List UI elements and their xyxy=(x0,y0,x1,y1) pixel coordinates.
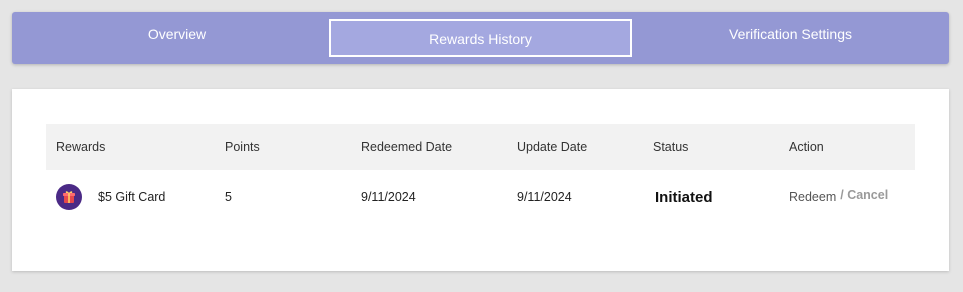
tab-overview[interactable]: Overview xyxy=(12,12,342,64)
redeemed-date-cell: 9/11/2024 xyxy=(361,190,416,204)
cancel-link[interactable]: / Cancel xyxy=(840,188,888,202)
table-header-row: Rewards Points Redeemed Date Update Date… xyxy=(46,124,915,170)
rewards-history-card: Rewards Points Redeemed Date Update Date… xyxy=(12,89,949,271)
header-rewards: Rewards xyxy=(56,140,106,154)
header-status: Status xyxy=(653,140,689,154)
reward-cell: $5 Gift Card xyxy=(56,170,165,224)
tab-verification-settings[interactable]: Verification Settings xyxy=(632,12,949,64)
status-badge: Initiated xyxy=(655,188,713,206)
gift-card-icon xyxy=(56,184,82,210)
header-action: Action xyxy=(789,140,824,154)
table-row: $5 Gift Card 5 9/11/2024 9/11/2024 Initi… xyxy=(46,170,915,224)
redeem-link[interactable]: Redeem xyxy=(789,190,836,204)
tab-rewards-history[interactable]: Rewards History xyxy=(329,19,632,57)
header-points: Points xyxy=(225,140,260,154)
tab-bar: Overview Rewards History Verification Se… xyxy=(12,12,949,64)
update-date-cell: 9/11/2024 xyxy=(517,190,572,204)
action-cell: Redeem / Cancel xyxy=(789,170,888,224)
reward-name: $5 Gift Card xyxy=(98,190,166,204)
header-redeemed-date: Redeemed Date xyxy=(361,140,453,154)
points-cell: 5 xyxy=(225,190,232,204)
status-cell: Initiated xyxy=(653,170,713,224)
header-update-date: Update Date xyxy=(517,140,588,154)
